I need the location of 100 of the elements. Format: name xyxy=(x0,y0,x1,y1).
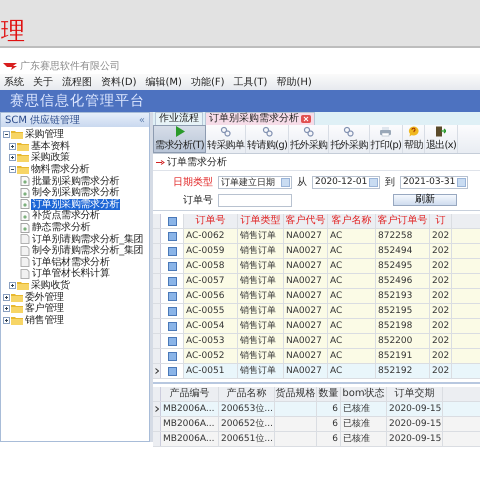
tree-item[interactable]: 补货点需求分析 xyxy=(31,210,101,222)
gear-icon xyxy=(262,126,273,137)
tab[interactable]: 作业流程 xyxy=(155,112,203,125)
table-cell: 852193 xyxy=(376,289,430,303)
expand-icon[interactable] xyxy=(3,316,10,324)
table-cell: 852195 xyxy=(376,304,430,318)
column-header[interactable]: 货品规格 xyxy=(275,387,317,401)
tree-item[interactable]: 采购政策 xyxy=(30,152,71,164)
column-header[interactable]: 客户订单号 xyxy=(376,214,430,228)
menu-item[interactable]: 功能(F) xyxy=(190,75,225,89)
expand-icon[interactable] xyxy=(3,294,10,301)
menu-item[interactable]: 帮助(H) xyxy=(276,75,312,89)
tree-item[interactable]: 批量别采购需求分析 xyxy=(31,176,120,187)
column-header[interactable]: 客户代号 xyxy=(284,214,328,228)
menu-item[interactable]: 系统 xyxy=(4,75,24,89)
toolbar-button[interactable]: 转请购(g) xyxy=(246,125,290,153)
date-type-dropdown[interactable]: 订单建立日期 xyxy=(218,176,292,188)
expand-icon[interactable] xyxy=(9,142,16,150)
tree-item[interactable]: 静态需求分析 xyxy=(31,222,92,234)
checkbox[interactable] xyxy=(168,306,176,316)
tree-item[interactable]: 客户管理 xyxy=(24,303,65,314)
table-cell: AC xyxy=(328,334,376,348)
toolbar-button[interactable]: 帮助 xyxy=(403,125,425,153)
collapse-icon[interactable] xyxy=(9,166,16,174)
table-cell: 销售订单 xyxy=(238,259,284,273)
tab[interactable]: 订单别采购需求分析 xyxy=(205,112,315,125)
row-header[interactable] xyxy=(153,364,161,378)
expand-icon[interactable] xyxy=(9,282,16,290)
table-cell: AC xyxy=(328,229,376,243)
toolbar-button[interactable]: 转采购单 xyxy=(206,125,246,153)
column-header[interactable]: bom状态 xyxy=(341,387,387,401)
column-header[interactable]: 订 xyxy=(430,214,452,228)
document-icon xyxy=(20,210,30,221)
column-header[interactable]: 订单交期 xyxy=(387,387,443,401)
tree-item[interactable]: 销售管理 xyxy=(24,314,65,326)
folder-icon xyxy=(11,304,23,314)
checkbox[interactable] xyxy=(168,262,176,270)
column-header[interactable]: 产品编号 xyxy=(161,387,219,401)
checkbox[interactable] xyxy=(168,232,176,240)
table-cell: AC-0052 xyxy=(184,349,238,363)
tree-item[interactable]: 采购管理 xyxy=(24,129,65,140)
tree-item[interactable]: 制令别请购需求分析_集团 xyxy=(31,245,144,256)
tree-item[interactable]: 基本资料 xyxy=(30,140,71,152)
menu-item[interactable]: 编辑(M) xyxy=(146,75,182,89)
checkbox[interactable] xyxy=(168,276,176,286)
column-header[interactable]: 订单类型 xyxy=(238,214,284,228)
table-cell: 202 xyxy=(430,304,452,318)
table-cell: 202 xyxy=(430,334,452,348)
toolbar-button[interactable]: 托外采购 xyxy=(289,125,330,153)
folder-icon xyxy=(11,292,23,302)
expand-icon[interactable] xyxy=(3,305,10,312)
table-cell: AC-0054 xyxy=(184,319,238,333)
close-icon[interactable] xyxy=(301,115,311,123)
menu-item[interactable]: 资料(D) xyxy=(101,75,137,89)
date-field[interactable]: 2021-03-31 xyxy=(400,176,468,188)
collapse-icon[interactable] xyxy=(3,131,10,138)
document-icon xyxy=(20,246,30,256)
table-cell: 已核准 xyxy=(343,404,370,414)
checkbox[interactable] xyxy=(168,366,176,376)
table-cell: 销售订单 xyxy=(238,319,284,333)
tree-item[interactable]: 订单别请购需求分析_集团 xyxy=(31,234,144,245)
field-label: 订单号 xyxy=(183,194,213,207)
checkbox[interactable] xyxy=(168,336,176,346)
tree-item[interactable]: 委外管理 xyxy=(24,292,65,303)
refresh-button[interactable]: 刷新 xyxy=(393,194,457,206)
tree-item[interactable]: 物料需求分析 xyxy=(30,164,90,176)
table-cell: 6 xyxy=(332,419,338,429)
table-cell: AC xyxy=(328,274,376,288)
checkbox[interactable] xyxy=(168,292,176,300)
column-header[interactable]: 客户名称 xyxy=(328,214,376,228)
checkbox[interactable] xyxy=(168,246,176,256)
column-header[interactable]: 数量 xyxy=(317,387,341,401)
order-number-field[interactable] xyxy=(218,194,292,206)
checkbox[interactable] xyxy=(168,322,176,330)
tree-item[interactable]: 订单铝材需求分析 xyxy=(31,256,111,268)
checkbox[interactable] xyxy=(168,352,176,360)
tree-item[interactable]: 订单别采购需求分析 xyxy=(31,198,120,210)
column-header[interactable]: 订单号 xyxy=(184,214,238,228)
table-cell: 销售订单 xyxy=(238,229,284,243)
table-cell: 202 xyxy=(430,244,452,258)
tree-item[interactable]: 制令别采购需求分析 xyxy=(31,187,120,198)
menu-item[interactable]: 工具(T) xyxy=(234,75,268,89)
section-title: 订单需求分析 xyxy=(167,156,227,169)
menu-item[interactable]: 关于 xyxy=(33,75,53,89)
document-icon xyxy=(20,199,30,210)
row-header[interactable] xyxy=(153,402,161,416)
menu-item[interactable]: 流程图 xyxy=(62,75,92,89)
tree-item[interactable]: 采购收货 xyxy=(30,280,71,292)
toolbar-button[interactable]: 需求分析(T) xyxy=(153,125,206,153)
tree-item[interactable]: 订单管材长料计算 xyxy=(31,268,111,280)
toolbar-button[interactable]: 托外采购 xyxy=(329,125,370,153)
toolbar-button[interactable]: 退出(x) xyxy=(424,125,458,153)
expand-icon[interactable] xyxy=(9,154,16,162)
toolbar-button[interactable]: 打印(p) xyxy=(370,125,404,153)
date-field[interactable]: 2020-12-01 xyxy=(312,176,380,188)
table-cell: 2020-09-15 xyxy=(389,419,442,429)
table-cell: NA0027 xyxy=(284,319,328,333)
checkbox[interactable] xyxy=(168,216,176,226)
column-header[interactable]: 产品名称 xyxy=(219,387,275,401)
document-icon xyxy=(20,268,30,279)
